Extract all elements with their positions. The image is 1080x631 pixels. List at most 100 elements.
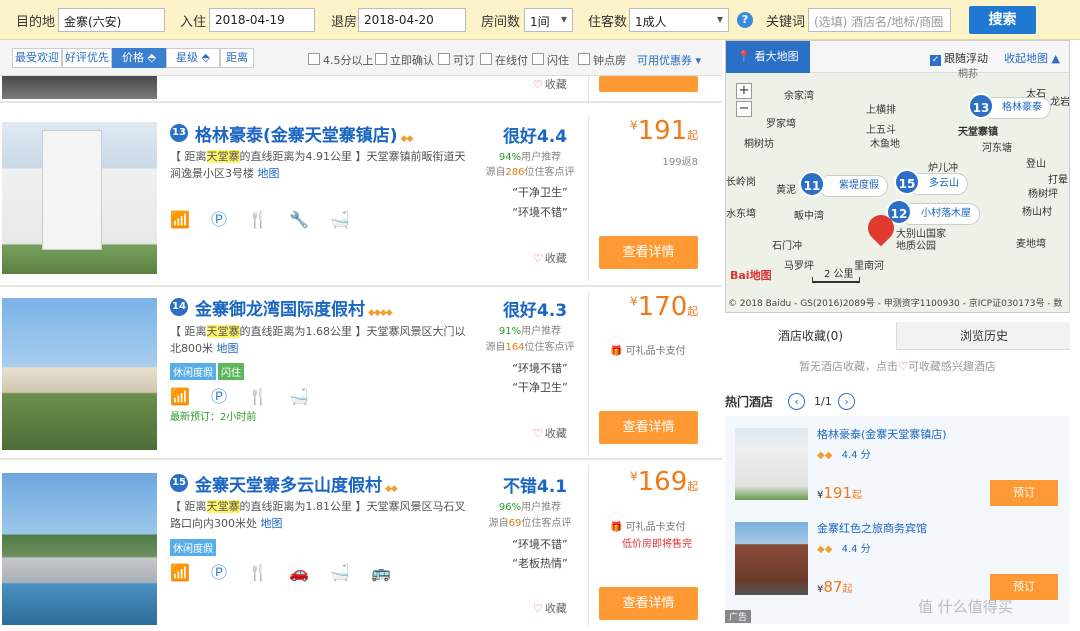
review-count[interactable]: 源自164位住客点评: [480, 338, 580, 353]
collapse-map-button[interactable]: 收起地图 ▲: [1004, 50, 1060, 66]
favorite-button[interactable]: ♡ 收藏: [533, 250, 567, 266]
help-icon[interactable]: ?: [737, 12, 753, 28]
checkin-input[interactable]: 2018-04-19: [209, 8, 315, 32]
hotel-card: 15 金寨天堂寨多云山度假村 ◆◆ 【 距离天堂寨的直线距离为1.81公里 】天堂…: [0, 461, 722, 631]
map-label: 长岭岗: [726, 177, 756, 188]
sort-popular[interactable]: 最受欢迎: [12, 48, 62, 68]
search-button[interactable]: 搜索: [969, 6, 1036, 34]
review-quote: “环境不错”: [512, 362, 568, 375]
favorite-button[interactable]: ♡ 收藏: [533, 425, 567, 441]
map-label: 杨山村: [1022, 207, 1052, 218]
review-count[interactable]: 源自69位住客点评: [480, 514, 580, 529]
follow-float-toggle[interactable]: ✓ 跟随浮动: [930, 50, 988, 66]
hot-hotel-photo[interactable]: [735, 428, 808, 500]
hotel-photo[interactable]: [2, 473, 157, 625]
sort-rating[interactable]: 好评优先: [62, 48, 112, 68]
guests-label: 住客数: [588, 15, 628, 30]
sort-distance[interactable]: 距离: [220, 48, 254, 68]
tab-history[interactable]: 浏览历史: [898, 322, 1070, 350]
map-link[interactable]: 地图: [261, 517, 283, 530]
destination-input[interactable]: 金寨(六安): [58, 8, 165, 32]
sort-stars[interactable]: 星级 ⬘: [166, 48, 220, 68]
review-quote: “老板热情”: [512, 557, 568, 570]
view-details-button[interactable]: [599, 76, 698, 92]
map-hotel-tag[interactable]: 小村落木屋: [900, 203, 980, 225]
review-quote: “环境不错”: [512, 206, 568, 219]
view-details-button[interactable]: 查看详情: [599, 411, 698, 444]
divider: [588, 76, 589, 101]
hot-hotel-price: ¥87起: [817, 578, 853, 596]
map-panel[interactable]: 📍 看大地图 ✓ 跟随浮动 收起地图 ▲ + − 余家湾 上横排 罗家塆 上五斗 …: [725, 40, 1070, 313]
review-count[interactable]: 源自286位住客点评: [480, 163, 580, 178]
map-label: 登山: [1026, 159, 1046, 170]
map-hotel-tag[interactable]: 紫堤度假: [818, 175, 888, 197]
map-pin-11[interactable]: 11: [799, 171, 825, 197]
hotel-name-link[interactable]: 金寨天堂寨多云山度假村 ◆◆: [195, 471, 398, 496]
price: ¥170起: [630, 292, 699, 322]
building-shape: [42, 130, 102, 250]
filter-instant-confirm[interactable]: 立即确认: [375, 52, 434, 68]
hotel-address: 【 距离天堂寨的直线距离为1.81公里 】天堂寨风景区马石叉路口向内300米处 …: [170, 500, 466, 530]
filter-flash-stay[interactable]: 闪住: [532, 52, 569, 68]
hot-hotel-name[interactable]: 格林豪泰(金寨天堂寨镇店): [817, 426, 947, 442]
view-big-map-button[interactable]: 📍 看大地图: [726, 41, 810, 73]
destination-label: 目的地: [16, 15, 56, 30]
checkout-input[interactable]: 2018-04-20: [358, 8, 466, 32]
hotel-card: 14 金寨御龙湾国际度假村 ◆◆◆◆ 【 距离天堂寨的直线距离为1.68公里 】天…: [0, 288, 722, 460]
hot-hotel-photo[interactable]: [735, 522, 808, 595]
review-quote: “干净卫生”: [512, 381, 568, 394]
tag-flash-stay: 闪住: [218, 363, 244, 380]
map-label: 上五斗: [866, 125, 896, 136]
hotel-name-link[interactable]: 格林豪泰(金寨天堂寨镇店) ◆◆: [195, 121, 414, 146]
zoom-out-button[interactable]: −: [736, 101, 752, 117]
rooms-select[interactable]: 1间: [524, 8, 573, 32]
search-bar: 目的地 金寨(六安) 入住 2018-04-19 退房 2018-04-20 房…: [0, 0, 1080, 40]
favorite-button[interactable]: ♡ 收藏: [533, 76, 567, 92]
next-page-icon[interactable]: ›: [838, 393, 855, 410]
map-label: 木鱼地: [870, 139, 900, 150]
hot-hotel-rating: ◆◆ 4.4 分: [817, 450, 871, 461]
keyword-input[interactable]: (选填) 酒店名/地标/商圈: [808, 8, 951, 32]
map-label: 桐荪: [958, 69, 978, 80]
hot-hotel-rating: ◆◆ 4.4 分: [817, 544, 871, 555]
filter-bookable[interactable]: 可订: [438, 52, 475, 68]
tag-row: 休闲度假 闪住: [170, 363, 246, 380]
map-label: 麦地塆: [1016, 239, 1046, 250]
divider: [588, 292, 589, 454]
map-scale: 2 公里: [824, 269, 854, 280]
sort-price[interactable]: 价格 ⬘: [112, 48, 166, 68]
tab-favorites[interactable]: 酒店收藏(0): [725, 322, 897, 350]
sort-filter-bar: 最受欢迎 好评优先 价格 ⬘ 星级 ⬘ 距离 4.5分以上 立即确认 可订 在线…: [0, 40, 722, 76]
coupon-dropdown[interactable]: 可用优惠券 ▾: [637, 52, 701, 68]
map-pin-13[interactable]: 13: [968, 93, 994, 119]
view-details-button[interactable]: 查看详情: [599, 587, 698, 620]
filter-hourly[interactable]: 钟点房: [578, 52, 626, 68]
zoom-in-button[interactable]: +: [736, 83, 752, 99]
map-pin-15[interactable]: 15: [894, 169, 920, 195]
guests-select[interactable]: 1成人: [629, 8, 729, 32]
hot-hotel-price: ¥191起: [817, 484, 863, 502]
filter-45-above[interactable]: 4.5分以上: [308, 52, 374, 68]
hot-hotel-name[interactable]: 金寨红色之旅商务宾馆: [817, 520, 927, 536]
hotel-name-link[interactable]: 金寨御龙湾国际度假村 ◆◆◆◆: [195, 295, 393, 320]
favorite-button[interactable]: ♡ 收藏: [533, 600, 567, 616]
book-button[interactable]: 预订: [990, 480, 1058, 506]
map-copyright: © 2018 Baidu - GS(2016)2089号 - 甲测资字11009…: [728, 299, 1063, 309]
hotel-name: 格林豪泰(金寨天堂寨镇店): [195, 126, 398, 146]
baidu-logo: Bai地图: [730, 269, 772, 282]
hotel-photo[interactable]: [2, 122, 157, 274]
hotel-card: 13 格林豪泰(金寨天堂寨镇店) ◆◆ 【 距离天堂寨的直线距离为4.91公里 】…: [0, 112, 722, 287]
view-details-button[interactable]: 查看详情: [599, 236, 698, 269]
hot-hotel-item[interactable]: 格林豪泰(金寨天堂寨镇店) ◆◆ 4.4 分 ¥191起 预订: [725, 416, 1070, 514]
hotel-number-badge: 15: [170, 474, 188, 492]
map-label: 余家湾: [784, 91, 814, 102]
diamond-rating-icon: ◆◆: [400, 134, 414, 144]
map-link[interactable]: 地图: [258, 167, 280, 180]
tag-leisure: 休闲度假: [170, 363, 216, 380]
prev-page-icon[interactable]: ‹: [788, 393, 805, 410]
hot-hotel-item[interactable]: 金寨红色之旅商务宾馆 ◆◆ 4.4 分 ¥87起 预订 广告: [725, 514, 1070, 624]
diamond-rating-icon: ◆◆◆◆: [368, 308, 393, 318]
hotel-photo[interactable]: [2, 298, 157, 450]
map-link[interactable]: 地图: [217, 342, 239, 355]
filter-online-pay[interactable]: 在线付: [480, 52, 528, 68]
